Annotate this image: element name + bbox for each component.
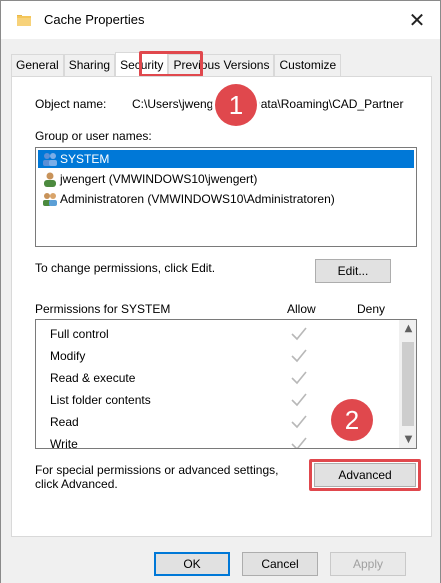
object-name-label: Object name: [35,97,107,111]
permission-row: List folder contents [50,393,151,407]
user-list[interactable]: SYSTEM jwengert (VMWINDOWS10\jwengert) A… [35,147,417,247]
scroll-up-icon[interactable]: ▲ [400,320,416,337]
allow-check-icon [291,327,307,341]
scroll-thumb[interactable] [402,342,414,426]
permission-row: Read & execute [50,371,136,385]
ok-button[interactable]: OK [154,552,230,576]
permission-row: Full control [50,327,109,341]
deny-header: Deny [357,302,386,316]
group-names-label: Group or user names: [35,129,152,143]
close-icon: ✕ [408,8,426,32]
user-name: Administratoren (VMWINDOWS10\Administrat… [60,192,335,206]
allow-check-icon [291,349,307,363]
properties-window: Cache Properties ✕ General Sharing Secur… [0,0,441,583]
window-title: Cache Properties [44,12,145,27]
list-item[interactable]: Administratoren (VMWINDOWS10\Administrat… [38,190,335,208]
list-item[interactable]: jwengert (VMWINDOWS10\jwengert) [38,170,257,188]
allow-header: Allow [287,302,316,316]
permission-row: Modify [50,349,86,363]
permissions-for-label: Permissions for SYSTEM [35,302,171,316]
allow-check-icon [291,393,307,407]
user-name: jwengert (VMWINDOWS10\jwengert) [60,172,258,186]
step-badge-1: 1 [215,84,257,126]
tab-customize[interactable]: Customize [274,54,342,76]
allow-check-icon [291,437,307,448]
special-permissions-hint: For special permissions or advanced sett… [35,463,279,477]
permission-row: Read [50,415,79,429]
users-group-icon [43,193,57,206]
change-permissions-hint: To change permissions, click Edit. [35,261,216,275]
allow-check-icon [291,415,307,429]
apply-button[interactable]: Apply [330,552,406,576]
object-name-value: C:\Users\jwengert\AppData\Roaming\CAD_Pa… [132,97,404,111]
user-name: SYSTEM [60,152,110,166]
step-badge-2: 2 [331,399,373,441]
tab-general[interactable]: General [11,54,64,76]
allow-check-icon [291,371,307,385]
special-permissions-hint-2: click Advanced. [35,477,118,491]
folder-icon [17,15,31,26]
permission-row: Write [50,437,78,449]
tab-sharing[interactable]: Sharing [63,54,116,76]
close-button[interactable]: ✕ [394,1,440,39]
permissions-scrollbar[interactable]: ▲ ▼ [399,320,416,448]
users-group-icon [43,153,57,166]
edit-button[interactable]: Edit... [315,259,391,283]
security-tab-highlight [139,51,203,77]
cancel-button[interactable]: Cancel [242,552,318,576]
user-icon [44,172,56,187]
advanced-button-highlight [309,459,421,491]
list-item[interactable]: SYSTEM [38,150,414,168]
title-bar[interactable]: Cache Properties ✕ [1,1,440,39]
scroll-down-icon[interactable]: ▼ [400,431,416,448]
